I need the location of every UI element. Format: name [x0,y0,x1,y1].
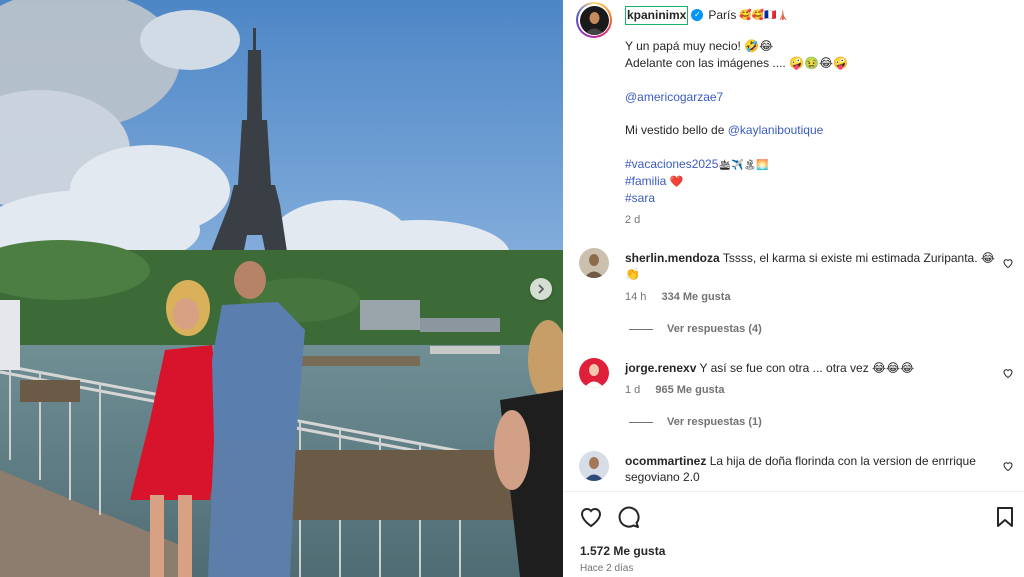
next-image-button[interactable] [530,278,552,300]
hashtag-emoji: ❤️ [669,176,684,188]
chevron-right-icon [538,284,545,294]
author-avatar[interactable] [576,2,612,38]
post-side-panel: kpaninimx ✓ París 🥰🥰🇫🇷🗼 Y un papá muy ne… [563,0,1024,577]
mention-link[interactable]: @americogarzae7 [625,89,723,106]
bookmark-icon[interactable] [993,505,1017,529]
comment-likes[interactable]: 334 Me gusta [661,291,730,303]
hashtag-link[interactable]: #familia [625,174,666,188]
actions-divider [563,491,1024,492]
like-heart-icon[interactable] [579,505,603,529]
comment-meta: 14 h 334 Me gusta [625,291,731,303]
view-replies-button[interactable]: Ver respuestas (1) [629,416,762,428]
post-time[interactable]: 2 d [625,212,640,229]
comment-likes[interactable]: 965 Me gusta [655,384,724,396]
comment-body: sherlin.mendoza Tssss, el karma si exist… [625,250,995,282]
view-replies-label: Ver respuestas (4) [667,323,762,335]
post-location[interactable]: París [708,7,736,24]
comment-username[interactable]: sherlin.mendoza [625,251,720,265]
hashtag-link[interactable]: #vacaciones2025 [625,157,718,171]
photo-illustration [0,0,563,577]
hashtag-link[interactable]: #sara [625,190,655,207]
comment-meta: 1 d 965 Me gusta [625,384,724,396]
hashtag-line: #familia ❤️ [625,173,683,191]
caption-line: Adelante con las imágenes .... 🤪🤢😂🤪 [625,56,848,70]
commenter-avatar[interactable] [579,451,609,481]
comment-username[interactable]: jorge.renexv [625,361,696,375]
comment-body: ocommartinez La hija de doña florinda co… [625,453,995,485]
comment-text: Y así se fue con otra ... otra vez 😂😂😂 [699,361,915,375]
view-replies-button[interactable]: Ver respuestas (4) [629,323,762,335]
comment-icon[interactable] [616,505,640,529]
commenter-avatar[interactable] [579,248,609,278]
post-photo[interactable] [0,0,563,577]
comment-time[interactable]: 14 h [625,291,646,303]
heart-icon[interactable] [1002,460,1014,472]
comment-time[interactable]: 1 d [625,384,640,396]
heart-icon[interactable] [1002,257,1014,269]
caption-text: Mi vestido bello de [625,123,728,137]
view-replies-label: Ver respuestas (1) [667,416,762,428]
hashtag-line: #vacaciones2025🛳✈️🏝🌅 [625,156,769,174]
author-avatar-image [579,5,609,35]
mention-link[interactable]: @kaylaniboutique [728,123,824,137]
hashtag-emoji: 🛳✈️🏝🌅 [718,160,769,171]
caption-line: Y un papá muy necio! 🤣😂 [625,39,774,53]
comment-username[interactable]: ocommartinez [625,454,706,468]
caption-dress-line: Mi vestido bello de @kaylaniboutique [625,122,823,139]
commenter-avatar[interactable] [579,358,609,388]
replies-dash [629,421,653,423]
likes-count[interactable]: 1.572 Me gusta [580,544,665,558]
heart-icon[interactable] [1002,367,1014,379]
author-username[interactable]: kpaninimx [625,5,689,25]
replies-dash [629,328,653,330]
verified-icon: ✓ [691,9,704,21]
post-age: Hace 2 días [580,563,634,574]
location-emoji: 🥰🥰🇫🇷🗼 [739,9,790,21]
comment-body: jorge.renexv Y así se fue con otra ... o… [625,360,995,376]
